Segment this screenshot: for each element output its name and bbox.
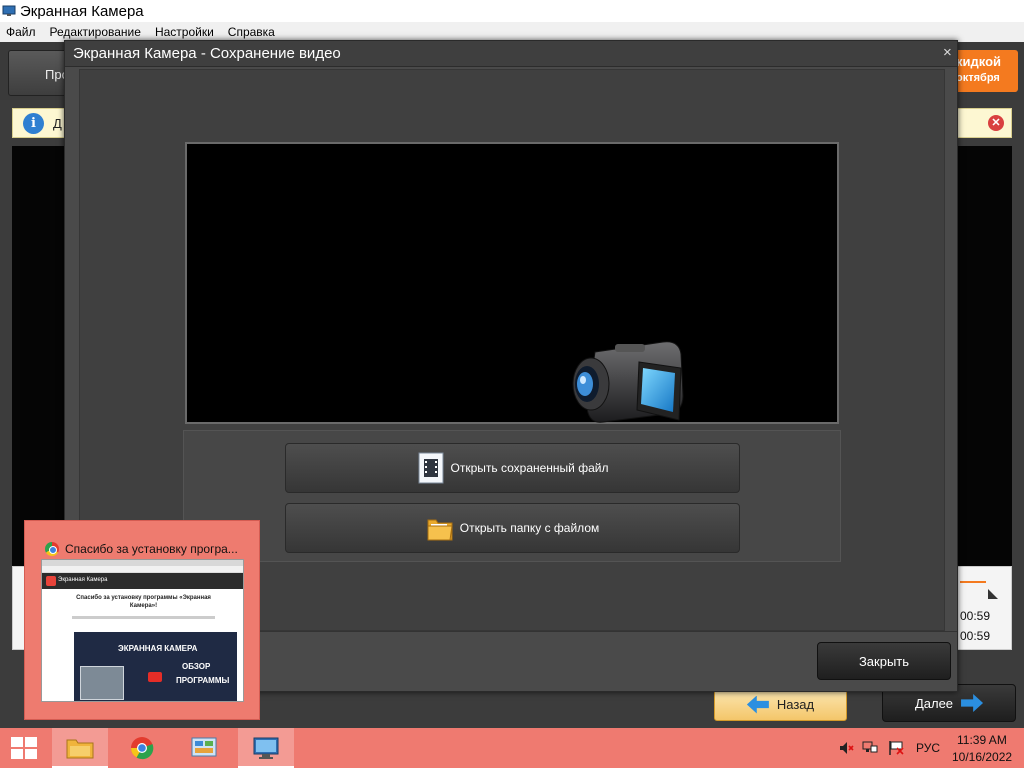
action-center-flag-icon[interactable] <box>888 740 904 756</box>
chrome-icon <box>45 542 59 556</box>
taskbar: РУС 11:39 AM 10/16/2022 <box>0 728 1024 768</box>
language-indicator[interactable]: РУС <box>916 741 940 755</box>
clock-date[interactable]: 10/16/2022 <box>952 750 1012 764</box>
youtube-play-icon <box>148 672 162 682</box>
thumb-page-subtext <box>72 616 215 619</box>
thumb-video-banner: ЭКРАННАЯ КАМЕРА ОБЗОР ПРОГРАММЫ <box>74 632 237 701</box>
time-readout-2: 00:59 <box>960 629 991 643</box>
back-button-label: Назад <box>776 697 815 712</box>
thumb-site-nav: Экранная Камера <box>42 573 243 589</box>
film-file-icon <box>418 452 444 484</box>
arrow-left-icon <box>746 695 769 714</box>
control-panel-icon <box>191 737 217 757</box>
promo-line-2: октября <box>956 72 1000 84</box>
timeline-marker[interactable] <box>960 581 986 583</box>
menu-settings[interactable]: Настройки <box>155 25 214 39</box>
menu-file[interactable]: Файл <box>6 25 36 39</box>
app-titlebar: Экранная Камера <box>0 0 1024 22</box>
thumbnail-title: Спасибо за установку програ... <box>65 542 238 556</box>
app-title: Экранная Камера <box>20 2 144 20</box>
open-folder-label: Открыть папку с файлом <box>459 521 600 535</box>
folder-icon <box>427 519 453 541</box>
video-frame <box>185 142 839 424</box>
video-camera-icon <box>572 341 684 423</box>
open-saved-file-label: Открыть сохраненный файл <box>450 461 609 475</box>
windows-logo-icon <box>11 737 37 759</box>
thumb-page-heading: Спасибо за установку программы «Экранная… <box>76 595 211 609</box>
file-explorer-icon <box>66 739 94 759</box>
site-logo-icon <box>46 576 56 586</box>
thumb-video-line3: ПРОГРАММЫ <box>176 676 230 685</box>
arrow-right-icon <box>961 694 984 712</box>
thumb-video-screenshot <box>80 666 124 700</box>
thumbnail-header: Спасибо за установку програ... <box>45 541 245 557</box>
open-folder-button[interactable]: Открыть папку с файлом <box>285 503 740 553</box>
next-button-label: Далее <box>914 695 954 711</box>
promo-line-1: кидкой <box>956 54 1002 69</box>
dialog-title: Экранная Камера - Сохранение видео <box>73 45 341 62</box>
open-saved-file-button[interactable]: Открыть сохраненный файл <box>285 443 740 493</box>
thumb-video-title: ЭКРАННАЯ КАМЕРА <box>118 644 198 653</box>
thumb-addressbar <box>42 566 243 573</box>
time-readout-1: 00:59 <box>960 609 991 623</box>
dialog-titlebar: Экранная Камера - Сохранение видео × <box>65 41 957 67</box>
menu-edit[interactable]: Редактирование <box>50 25 141 39</box>
promo-badge[interactable]: кидкой октября <box>950 50 1018 92</box>
back-button[interactable]: Назад <box>714 688 847 721</box>
close-button[interactable]: Закрыть <box>817 642 951 680</box>
chrome-icon <box>131 737 154 760</box>
close-icon[interactable]: ✕ <box>988 115 1004 131</box>
clock-time[interactable]: 11:39 AM <box>957 733 1007 747</box>
dialog-close-icon[interactable]: × <box>943 44 952 61</box>
info-icon: i <box>23 113 44 134</box>
menu-help[interactable]: Справка <box>228 25 275 39</box>
thumb-site-brand: Экранная Камера <box>58 577 108 583</box>
taskbar-chrome[interactable] <box>114 728 170 768</box>
start-button[interactable] <box>0 728 48 768</box>
monitor-icon <box>253 737 279 759</box>
taskbar-control-panel[interactable] <box>176 728 232 768</box>
menubar: Файл Редактирование Настройки Справка <box>0 22 1024 42</box>
chrome-thumbnail-preview[interactable]: Спасибо за установку програ... Экранная … <box>24 520 260 720</box>
monitor-icon <box>2 5 16 16</box>
thumb-video-line2: ОБЗОР <box>182 662 211 671</box>
volume-muted-icon[interactable] <box>838 740 854 756</box>
taskbar-screen-camera[interactable] <box>238 728 294 768</box>
thumbnail-screen: Экранная Камера Спасибо за установку про… <box>41 559 244 702</box>
taskbar-file-explorer[interactable] <box>52 728 108 768</box>
network-icon[interactable] <box>862 740 878 756</box>
